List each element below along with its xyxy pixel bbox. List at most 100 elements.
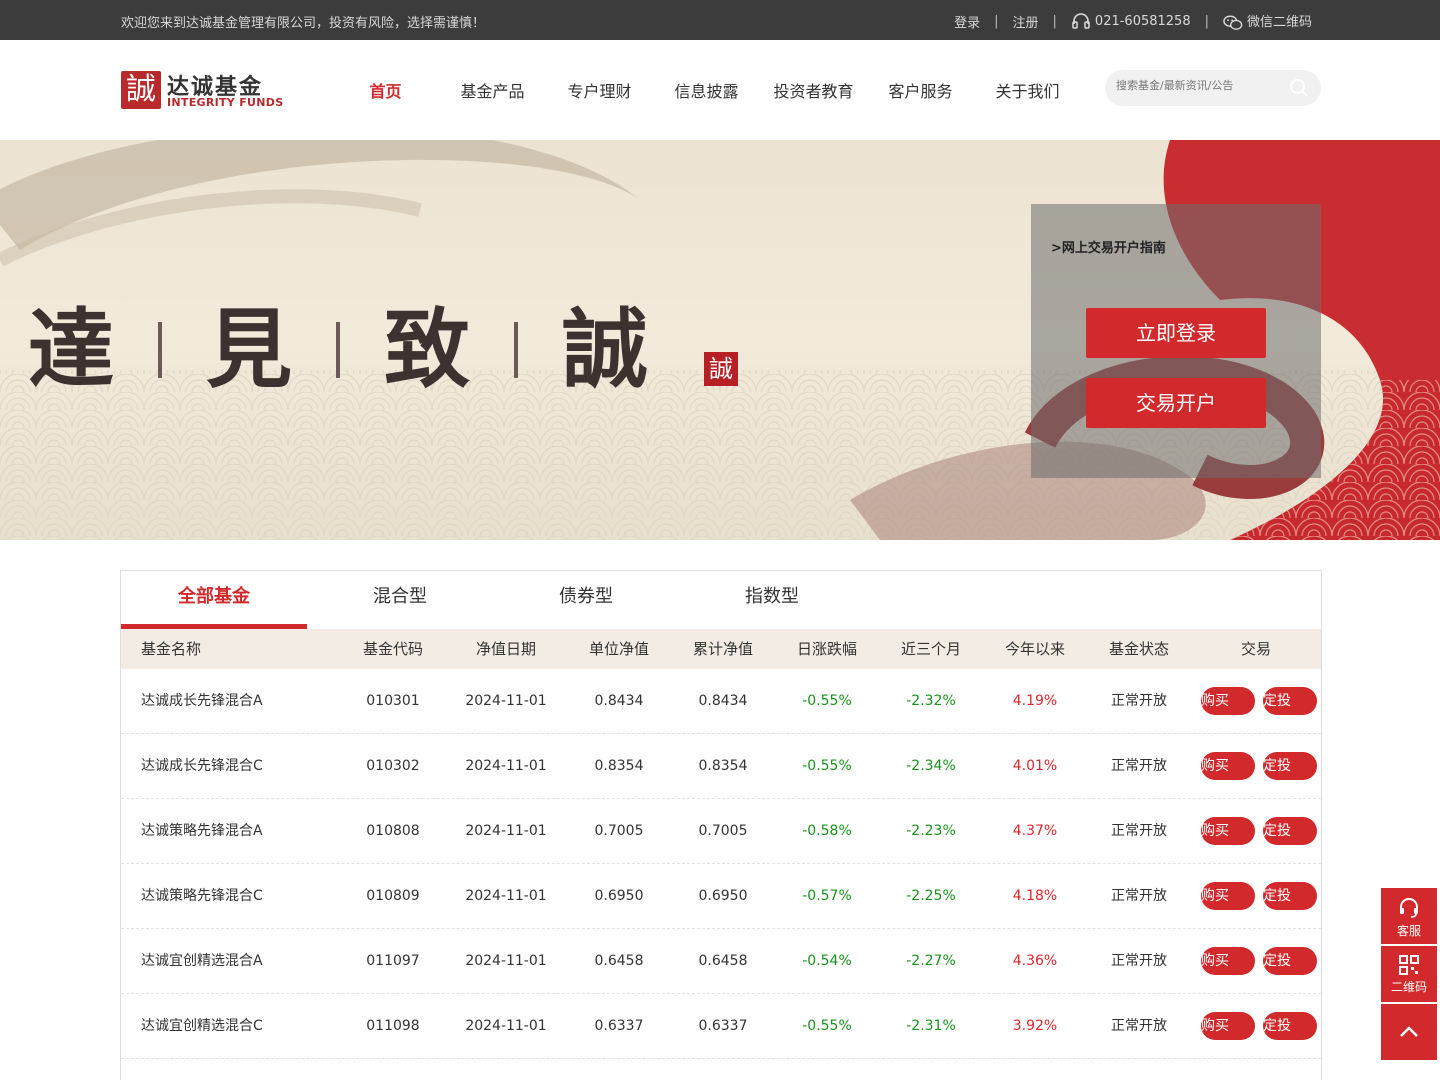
slogan-divider [158, 322, 162, 378]
open-account-button[interactable]: 交易开户 [1086, 378, 1266, 428]
tab-index[interactable]: 指数型 [679, 571, 865, 629]
fund-status: 正常开放 [1111, 953, 1167, 969]
table-row: 达诚宜创精选混合A 011097 2024-11-01 0.6458 0.6458 -0.… [121, 929, 1321, 994]
register-link[interactable]: 注册 [1013, 12, 1039, 31]
unit-nav: 0.7005 [594, 823, 644, 839]
qrcode-icon [1399, 955, 1419, 975]
three-month-change: -2.31% [906, 1018, 956, 1034]
nav-date: 2024-11-01 [465, 953, 547, 969]
login-now-button[interactable]: 立即登录 [1086, 308, 1266, 358]
nav-home[interactable]: 首页 [332, 78, 439, 102]
unit-nav: 0.6950 [594, 888, 644, 904]
buy-button[interactable]: 购买 [1201, 687, 1255, 715]
trade-actions: 购买 定投 [1199, 687, 1319, 715]
logo-mark: 誠 [121, 71, 161, 109]
trade-actions: 购买 定投 [1199, 882, 1319, 910]
ytd-change: 4.18% [1012, 888, 1058, 904]
fund-name[interactable]: 达诚策略先锋混合C [141, 864, 263, 929]
daily-change: -0.54% [802, 953, 852, 969]
logo[interactable]: 誠 达诚基金 INTEGRITY FUNDS [121, 69, 283, 111]
unit-nav: 0.8354 [594, 758, 644, 774]
auto-invest-button[interactable]: 定投 [1263, 817, 1317, 845]
wechat-qrcode-link[interactable]: 微信二维码 [1223, 11, 1312, 32]
header-three-months: 近三个月 [900, 640, 961, 658]
fund-name[interactable]: 达诚成长先锋混合A [141, 669, 263, 734]
buy-button[interactable]: 购买 [1201, 752, 1255, 780]
search-input[interactable] [1116, 79, 1281, 92]
table-row: 达诚成长先锋混合A 010301 2024-11-01 0.8434 0.8434 -0.… [121, 669, 1321, 734]
three-month-change: -2.27% [906, 953, 956, 969]
account-guide-link[interactable]: >网上交易开户指南 [1051, 237, 1166, 256]
search-icon[interactable] [1289, 78, 1309, 98]
fund-status: 正常开放 [1111, 758, 1167, 774]
fund-name[interactable]: 达诚策略先锋混合A [141, 799, 263, 864]
fund-panel: 全部基金 混合型 债券型 指数型 基金名称 基金代码 净值日期 单位净值 累计净… [120, 570, 1322, 1080]
buy-button[interactable]: 购买 [1201, 947, 1255, 975]
tab-bond[interactable]: 债券型 [493, 571, 679, 629]
fund-name[interactable]: 达诚宜创精选混合C [141, 994, 263, 1059]
header-fund-name: 基金名称 [141, 640, 202, 658]
slogan-divider [514, 322, 518, 378]
trade-actions: 购买 定投 [1199, 817, 1319, 845]
fund-status: 正常开放 [1111, 1018, 1167, 1034]
buy-button[interactable]: 购买 [1201, 1012, 1255, 1040]
table-row: 达诚策略先锋混合C 010809 2024-11-01 0.6950 0.6950 -0.… [121, 864, 1321, 929]
fund-status: 正常开放 [1111, 888, 1167, 904]
nav-disclosure[interactable]: 信息披露 [653, 78, 760, 102]
customer-service-icon [1400, 898, 1418, 918]
fund-name[interactable]: 达诚宜创精选混合A [141, 929, 263, 994]
customer-service-button[interactable]: 客服 [1381, 888, 1437, 944]
three-month-change: -2.25% [906, 888, 956, 904]
fund-code: 010301 [366, 693, 420, 709]
slogan-char: 見 [206, 299, 292, 400]
qrcode-button[interactable]: 二维码 [1381, 946, 1437, 1002]
fund-type-tabs: 全部基金 混合型 债券型 指数型 [121, 571, 865, 629]
phone-contact: 021-60581258 [1071, 12, 1191, 30]
buy-button[interactable]: 购买 [1201, 882, 1255, 910]
qrcode-label: 二维码 [1390, 980, 1427, 994]
slogan-char: 誠 [562, 299, 648, 400]
auto-invest-button[interactable]: 定投 [1263, 947, 1317, 975]
table-row: 达诚宜创精选混合C 011098 2024-11-01 0.6337 0.6337 -0.… [121, 994, 1321, 1059]
headset-icon [1072, 13, 1090, 29]
nav-fund-products[interactable]: 基金产品 [439, 78, 546, 102]
nav-investor-education[interactable]: 投资者教育 [760, 78, 867, 102]
three-month-change: -2.23% [906, 823, 956, 839]
nav-customer-service[interactable]: 客户服务 [867, 78, 974, 102]
fund-status: 正常开放 [1111, 693, 1167, 709]
back-to-top-button[interactable] [1381, 1004, 1437, 1060]
search-box [1105, 70, 1321, 106]
slogan-char: 致 [384, 299, 470, 400]
fund-name[interactable]: 达诚成长先锋混合C [141, 734, 263, 799]
fund-code: 010808 [366, 823, 420, 839]
table-row: 达诚成长先锋混合C 010302 2024-11-01 0.8354 0.8354 -0.… [121, 734, 1321, 799]
auto-invest-button[interactable]: 定投 [1263, 752, 1317, 780]
tab-hybrid[interactable]: 混合型 [307, 571, 493, 629]
nav-about-us[interactable]: 关于我们 [974, 78, 1081, 102]
nav-date: 2024-11-01 [465, 1018, 547, 1034]
daily-change: -0.55% [802, 693, 852, 709]
main-nav: 首页 基金产品 专户理财 信息披露 投资者教育 客户服务 关于我们 [332, 78, 1081, 102]
separator: | [1204, 13, 1209, 29]
slogan-char: 達 [28, 299, 114, 400]
accumulated-nav: 0.6337 [698, 1018, 748, 1034]
buy-button[interactable]: 购买 [1201, 817, 1255, 845]
nav-date: 2024-11-01 [465, 823, 547, 839]
daily-change: -0.55% [802, 1018, 852, 1034]
fund-code: 011097 [366, 953, 420, 969]
header-daily-change: 日涨跌幅 [796, 640, 857, 658]
login-link[interactable]: 登录 [954, 12, 980, 31]
tab-all-funds[interactable]: 全部基金 [121, 571, 307, 629]
header-accumulated-nav: 累计净值 [692, 640, 753, 658]
nav-date: 2024-11-01 [465, 693, 547, 709]
auto-invest-button[interactable]: 定投 [1263, 687, 1317, 715]
trade-actions: 购买 定投 [1199, 947, 1319, 975]
trade-actions: 购买 定投 [1199, 752, 1319, 780]
daily-change: -0.57% [802, 888, 852, 904]
fund-code: 011098 [366, 1018, 420, 1034]
nav-special-accounts[interactable]: 专户理财 [546, 78, 653, 102]
daily-change: -0.55% [802, 758, 852, 774]
auto-invest-button[interactable]: 定投 [1263, 1012, 1317, 1040]
hero-banner: 達 見 致 誠 誠 >网上交易开户指南 立即登录 交易开户 [0, 140, 1440, 540]
auto-invest-button[interactable]: 定投 [1263, 882, 1317, 910]
